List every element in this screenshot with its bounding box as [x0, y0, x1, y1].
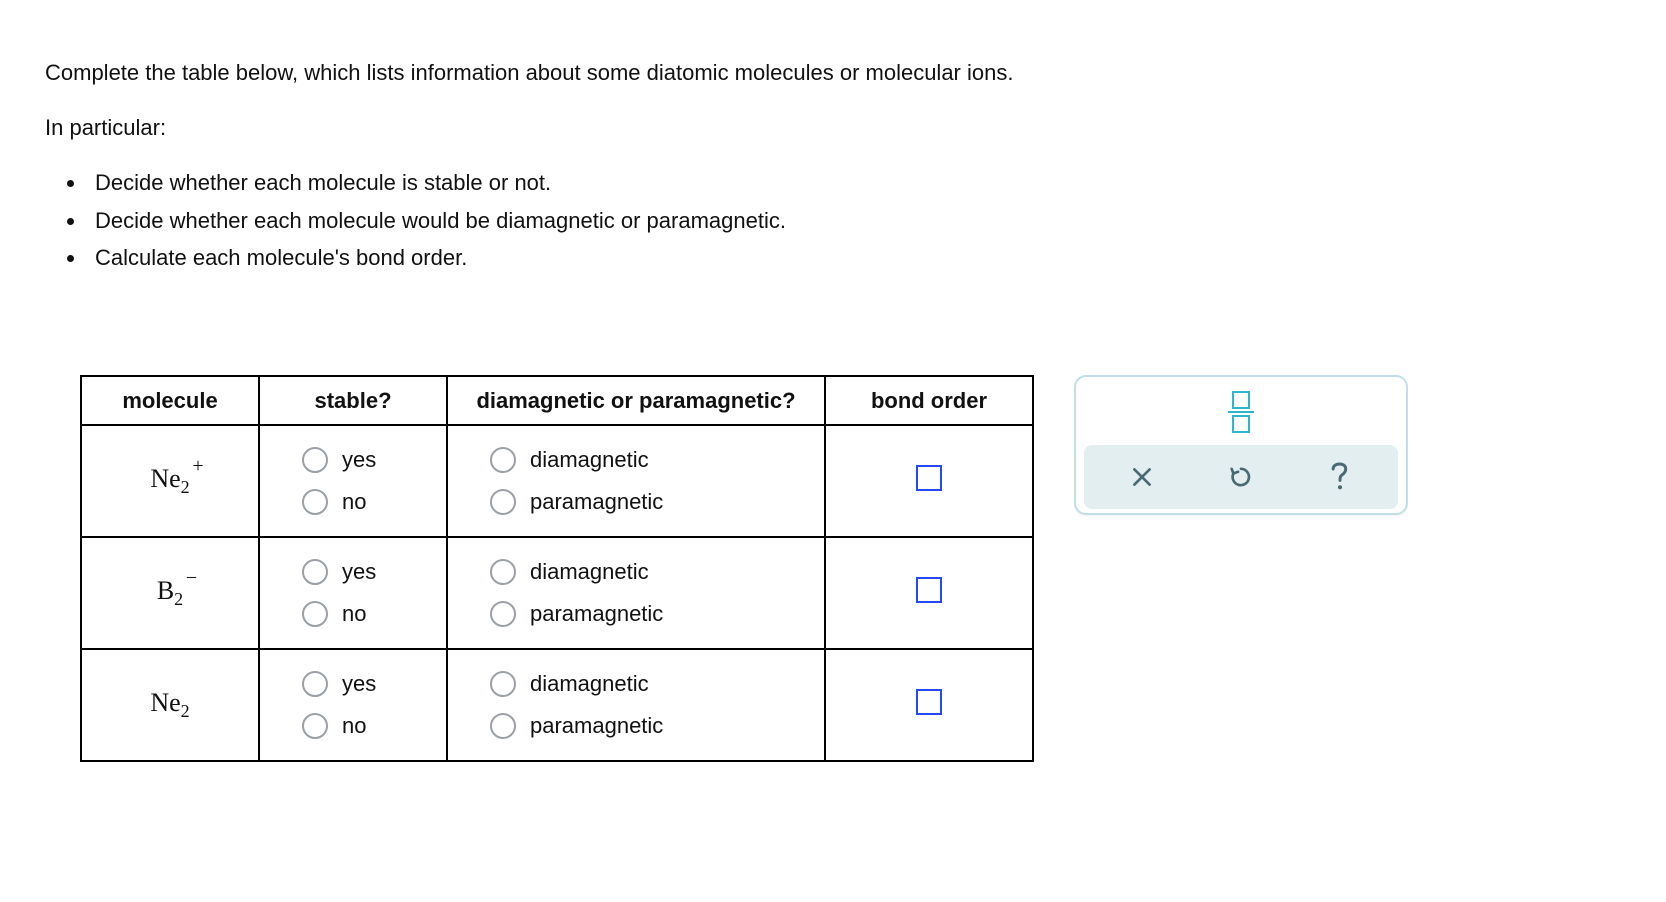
diamagnetic-option[interactable]: diamagnetic [490, 447, 649, 473]
tool-panel-bottom [1084, 445, 1398, 509]
radio-icon [490, 489, 516, 515]
prompt-bullets: Decide whether each molecule is stable o… [87, 165, 1621, 275]
content-row: molecule stable? diamagnetic or paramagn… [45, 375, 1621, 763]
radio-icon [490, 713, 516, 739]
option-label: no [342, 713, 366, 739]
option-label: paramagnetic [530, 713, 663, 739]
fraction-icon [1228, 411, 1254, 413]
molecule-subscript: 2 [181, 478, 190, 498]
col-header-molecule: molecule [81, 376, 259, 426]
prompt-bullet: Decide whether each molecule is stable o… [87, 165, 1621, 200]
stable-no-option[interactable]: no [302, 601, 366, 627]
radio-icon [302, 559, 328, 585]
stable-cell: yes no [259, 649, 447, 761]
col-header-stable: stable? [259, 376, 447, 426]
paramagnetic-option[interactable]: paramagnetic [490, 601, 663, 627]
answer-table: molecule stable? diamagnetic or paramagn… [80, 375, 1034, 763]
fraction-tool-button[interactable] [1094, 391, 1388, 433]
tool-panel-top [1076, 377, 1406, 441]
table-row: Ne2 + yes no [81, 425, 1033, 537]
option-label: paramagnetic [530, 601, 663, 627]
stable-yes-option[interactable]: yes [302, 447, 376, 473]
undo-icon [1227, 463, 1255, 491]
bond-order-input[interactable] [916, 577, 942, 603]
molecule-cell: Ne2 [81, 649, 259, 761]
bond-order-cell [825, 537, 1033, 649]
molecule-cell: B2 − [81, 537, 259, 649]
table-row: Ne2 yes no [81, 649, 1033, 761]
molecule-cell: Ne2 + [81, 425, 259, 537]
paramagnetic-option[interactable]: paramagnetic [490, 713, 663, 739]
col-header-magnetism: diamagnetic or paramagnetic? [447, 376, 825, 426]
molecule-formula: B2 − [157, 578, 183, 608]
radio-icon [490, 559, 516, 585]
radio-icon [490, 671, 516, 697]
radio-icon [490, 447, 516, 473]
molecule-subscript: 2 [174, 590, 183, 610]
stable-yes-option[interactable]: yes [302, 671, 376, 697]
diamagnetic-option[interactable]: diamagnetic [490, 559, 649, 585]
radio-icon [302, 489, 328, 515]
molecule-charge: + [192, 456, 203, 476]
bond-order-input[interactable] [916, 689, 942, 715]
radio-icon [302, 447, 328, 473]
radio-icon [302, 713, 328, 739]
table-row: B2 − yes no [81, 537, 1033, 649]
prompt-bullet: Calculate each molecule's bond order. [87, 240, 1621, 275]
diamagnetic-option[interactable]: diamagnetic [490, 671, 649, 697]
help-icon [1326, 461, 1354, 493]
option-label: yes [342, 559, 376, 585]
molecule-symbol: Ne [150, 690, 180, 716]
stable-cell: yes no [259, 425, 447, 537]
molecule-symbol: Ne [150, 466, 180, 492]
magnetism-cell: diamagnetic paramagnetic [447, 537, 825, 649]
bond-order-input[interactable] [916, 465, 942, 491]
radio-icon [302, 601, 328, 627]
molecule-symbol: B [157, 578, 174, 604]
option-label: no [342, 601, 366, 627]
prompt-in-particular: In particular: [45, 110, 1621, 145]
magnetism-cell: diamagnetic paramagnetic [447, 425, 825, 537]
undo-button[interactable] [1211, 455, 1271, 499]
fraction-icon [1232, 391, 1250, 409]
help-button[interactable] [1310, 455, 1370, 499]
bond-order-cell [825, 425, 1033, 537]
stable-cell: yes no [259, 537, 447, 649]
prompt-bullet: Decide whether each molecule would be di… [87, 203, 1621, 238]
molecule-formula: Ne2 [150, 690, 189, 720]
prompt-block: Complete the table below, which lists in… [45, 55, 1621, 275]
radio-icon [490, 601, 516, 627]
col-header-bond-order: bond order [825, 376, 1033, 426]
option-label: yes [342, 447, 376, 473]
magnetism-cell: diamagnetic paramagnetic [447, 649, 825, 761]
option-label: yes [342, 671, 376, 697]
tool-panel [1074, 375, 1408, 515]
option-label: paramagnetic [530, 489, 663, 515]
option-label: diamagnetic [530, 447, 649, 473]
molecule-subscript: 2 [181, 702, 190, 722]
option-label: diamagnetic [530, 671, 649, 697]
paramagnetic-option[interactable]: paramagnetic [490, 489, 663, 515]
option-label: diamagnetic [530, 559, 649, 585]
molecule-charge: − [186, 568, 197, 588]
close-icon [1129, 464, 1155, 490]
stable-no-option[interactable]: no [302, 489, 366, 515]
bond-order-cell [825, 649, 1033, 761]
question-page: Complete the table below, which lists in… [0, 0, 1666, 762]
clear-button[interactable] [1112, 455, 1172, 499]
prompt-intro: Complete the table below, which lists in… [45, 55, 1621, 90]
stable-yes-option[interactable]: yes [302, 559, 376, 585]
fraction-icon [1232, 415, 1250, 433]
option-label: no [342, 489, 366, 515]
molecule-formula: Ne2 + [150, 466, 189, 496]
radio-icon [302, 671, 328, 697]
table-header-row: molecule stable? diamagnetic or paramagn… [81, 376, 1033, 426]
stable-no-option[interactable]: no [302, 713, 366, 739]
